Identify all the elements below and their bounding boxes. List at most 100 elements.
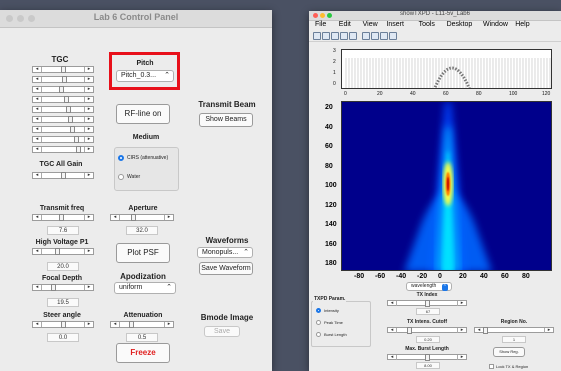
arrow-left-icon[interactable]: ◂ bbox=[33, 107, 42, 112]
arrow-left-icon[interactable]: ◂ bbox=[33, 97, 42, 102]
tgc-slider-4[interactable]: ◂ ▸ bbox=[32, 96, 94, 103]
slider-thumb[interactable] bbox=[424, 354, 430, 361]
tgc-slider-5[interactable]: ◂ ▸ bbox=[32, 106, 94, 113]
tgc-slider-7[interactable]: ◂ ▸ bbox=[32, 126, 94, 133]
slider-thumb[interactable] bbox=[76, 146, 82, 153]
transmit-freq-slider[interactable]: ◂ ▸ bbox=[32, 214, 94, 221]
tgc-slider-2[interactable]: ◂ ▸ bbox=[32, 76, 94, 83]
arrow-left-icon[interactable]: ◂ bbox=[33, 77, 42, 82]
show-beams-button[interactable]: Show Beams bbox=[199, 113, 253, 127]
arrow-left-icon[interactable]: ◂ bbox=[33, 127, 42, 132]
rf-line-button[interactable]: RF-line on bbox=[116, 104, 170, 124]
tgc-slider-9[interactable]: ◂ ▸ bbox=[32, 146, 94, 153]
insert-colorbar-icon[interactable] bbox=[389, 32, 397, 40]
print-icon[interactable] bbox=[340, 32, 348, 40]
arrow-right-icon[interactable]: ▸ bbox=[457, 301, 466, 306]
open-icon[interactable] bbox=[322, 32, 330, 40]
save-waveform-button[interactable]: Save Waveform bbox=[199, 262, 253, 275]
max-burst-length-value[interactable]: 8.00 bbox=[416, 362, 440, 369]
tgc-slider-6[interactable]: ◂ ▸ bbox=[32, 116, 94, 123]
tgc-slider-1[interactable]: ◂ ▸ bbox=[32, 66, 94, 73]
data-cursor-icon[interactable] bbox=[380, 32, 388, 40]
tx-index-slider[interactable]: ◂ ▸ bbox=[387, 300, 467, 307]
slider-thumb[interactable] bbox=[58, 86, 64, 93]
menu-view[interactable]: View bbox=[363, 21, 378, 28]
high-voltage-value[interactable]: 20.0 bbox=[47, 262, 79, 271]
menu-edit[interactable]: Edit bbox=[339, 21, 351, 28]
arrow-left-icon[interactable]: ◂ bbox=[33, 147, 42, 152]
arrow-left-icon[interactable]: ◂ bbox=[33, 322, 42, 327]
medium-radio-cirs[interactable] bbox=[118, 155, 124, 161]
steer-angle-value[interactable]: 0.0 bbox=[47, 333, 79, 342]
arrow-left-icon[interactable]: ◂ bbox=[111, 322, 120, 327]
arrow-left-icon[interactable]: ◂ bbox=[33, 117, 42, 122]
slider-thumb[interactable] bbox=[70, 126, 76, 133]
region-no-slider[interactable]: ◂ ▸ bbox=[474, 327, 554, 334]
new-file-icon[interactable] bbox=[313, 32, 321, 40]
arrow-right-icon[interactable]: ▸ bbox=[164, 215, 173, 220]
tgc-slider-3[interactable]: ◂ ▸ bbox=[32, 86, 94, 93]
region-no-value[interactable]: 1 bbox=[502, 336, 526, 343]
slider-thumb[interactable] bbox=[50, 284, 56, 291]
pan-icon[interactable] bbox=[371, 32, 379, 40]
arrow-right-icon[interactable]: ▸ bbox=[544, 328, 553, 333]
tgc-all-gain-slider[interactable]: ◂ ▸ bbox=[32, 172, 94, 179]
slider-thumb[interactable] bbox=[60, 172, 66, 179]
slider-thumb[interactable] bbox=[424, 300, 430, 307]
tgc-slider-8[interactable]: ◂ ▸ bbox=[32, 136, 94, 143]
tx-index-value[interactable]: 67 bbox=[416, 308, 440, 315]
arrow-right-icon[interactable]: ▸ bbox=[84, 127, 93, 132]
zoom-out-icon[interactable] bbox=[362, 32, 370, 40]
medium-radio-water[interactable] bbox=[118, 174, 124, 180]
waveforms-dropdown[interactable]: Monopuls... ⌃ bbox=[197, 247, 253, 258]
arrow-right-icon[interactable]: ▸ bbox=[84, 87, 93, 92]
arrow-left-icon[interactable]: ◂ bbox=[33, 137, 42, 142]
slider-thumb[interactable] bbox=[54, 248, 60, 255]
arrow-left-icon[interactable]: ◂ bbox=[33, 173, 42, 178]
arrow-right-icon[interactable]: ▸ bbox=[84, 137, 93, 142]
aperture-value[interactable]: 32.0 bbox=[126, 226, 158, 235]
attenuation-value[interactable]: 0.5 bbox=[126, 333, 158, 342]
menu-file[interactable]: File bbox=[315, 21, 326, 28]
arrow-right-icon[interactable]: ▸ bbox=[84, 249, 93, 254]
aperture-slider[interactable]: ◂ ▸ bbox=[110, 214, 174, 221]
zoom-in-icon[interactable] bbox=[349, 32, 357, 40]
menu-window[interactable]: Window bbox=[483, 21, 508, 28]
txpd-radio-burst-length[interactable] bbox=[316, 332, 321, 337]
arrow-left-icon[interactable]: ◂ bbox=[33, 285, 42, 290]
arrow-left-icon[interactable]: ◂ bbox=[33, 87, 42, 92]
slider-thumb[interactable] bbox=[60, 66, 66, 73]
pitch-dropdown[interactable]: Pitch_0.3... ⌃ bbox=[116, 70, 174, 82]
arrow-right-icon[interactable]: ▸ bbox=[84, 147, 93, 152]
arrow-left-icon[interactable]: ◂ bbox=[33, 215, 42, 220]
steer-angle-slider[interactable]: ◂ ▸ bbox=[32, 321, 94, 328]
plot-psf-button[interactable]: Plot PSF bbox=[116, 243, 170, 263]
menu-desktop[interactable]: Desktop bbox=[447, 21, 473, 28]
arrow-right-icon[interactable]: ▸ bbox=[457, 355, 466, 360]
arrow-right-icon[interactable]: ▸ bbox=[457, 328, 466, 333]
slider-thumb[interactable] bbox=[483, 327, 488, 334]
arrow-left-icon[interactable]: ◂ bbox=[388, 301, 397, 306]
arrow-right-icon[interactable]: ▸ bbox=[84, 67, 93, 72]
freeze-button[interactable]: Freeze bbox=[116, 343, 170, 363]
menu-help[interactable]: Help bbox=[515, 21, 529, 28]
save-icon[interactable] bbox=[331, 32, 339, 40]
slider-thumb[interactable] bbox=[74, 136, 80, 143]
slider-thumb[interactable] bbox=[58, 214, 64, 221]
arrow-left-icon[interactable]: ◂ bbox=[33, 249, 42, 254]
high-voltage-slider[interactable]: ◂ ▸ bbox=[32, 248, 94, 255]
transmit-freq-value[interactable]: 7.6 bbox=[47, 226, 79, 235]
arrow-left-icon[interactable]: ◂ bbox=[111, 215, 120, 220]
arrow-left-icon[interactable]: ◂ bbox=[388, 355, 397, 360]
arrow-right-icon[interactable]: ▸ bbox=[84, 107, 93, 112]
apodization-dropdown[interactable]: uniform ⌃ bbox=[114, 282, 176, 294]
max-burst-length-slider[interactable]: ◂ ▸ bbox=[387, 354, 467, 361]
slider-thumb[interactable] bbox=[407, 327, 413, 334]
title-bar[interactable]: Lab 6 Control Panel bbox=[0, 10, 272, 28]
menu-insert[interactable]: Insert bbox=[386, 21, 404, 28]
arrow-left-icon[interactable]: ◂ bbox=[33, 67, 42, 72]
slider-thumb[interactable] bbox=[64, 96, 70, 103]
arrow-right-icon[interactable]: ▸ bbox=[84, 322, 93, 327]
txpd-radio-intensity[interactable] bbox=[316, 308, 321, 313]
arrow-right-icon[interactable]: ▸ bbox=[84, 285, 93, 290]
